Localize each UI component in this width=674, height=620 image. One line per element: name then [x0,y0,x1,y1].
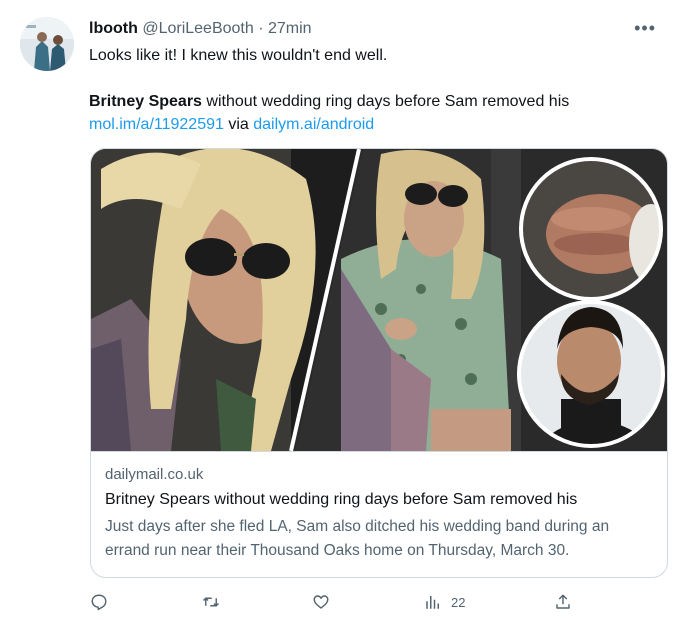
card-domain: dailymail.co.uk [105,466,204,483]
tweet-text-line: Looks like it! I knew this wouldn't end … [89,47,388,64]
article-link[interactable]: mol.im/a/11922591 [89,116,224,133]
tweet-headline: Britney Spears without wedding ring days… [89,91,569,113]
avatar-image [20,17,74,71]
via-text: via [223,116,254,133]
author-handle[interactable]: @LoriLeeBooth [142,20,253,37]
card-title: Britney Spears without wedding ring days… [105,491,578,508]
reply-button[interactable] [90,590,108,614]
headline-rest: without wedding ring days before Sam rem… [201,93,570,110]
app-link[interactable]: dailym.ai/android [253,116,374,133]
retweet-button[interactable] [202,590,220,614]
tweet-header: lbooth @LoriLeeBooth · 27min [89,18,312,40]
separator: · [258,20,264,37]
heart-icon [313,595,329,609]
views-count: 22 [451,594,466,610]
card-description: Just days after she fled LA, Sam also di… [105,518,610,559]
tweet-actions: 22 [90,590,666,614]
card-image[interactable] [91,149,667,451]
link-card[interactable]: dailymail.co.uk Britney Spears without w… [90,148,668,578]
share-icon [556,594,570,609]
like-button[interactable] [312,590,330,614]
avatar[interactable] [20,17,74,71]
more-dots-icon[interactable]: ••• [634,18,656,39]
tweet[interactable]: lbooth @LoriLeeBooth · 27min ••• Looks l… [0,0,674,620]
retweet-icon [202,597,220,607]
share-button[interactable] [554,590,572,614]
headline-bold: Britney Spears [89,93,202,110]
views-button[interactable]: 22 [424,590,465,614]
reply-icon [91,594,107,611]
views-bar-chart-icon [426,596,439,609]
timestamp[interactable]: 27min [268,20,312,37]
author-name[interactable]: lbooth [89,20,138,37]
tweet-links: mol.im/a/11922591 via dailym.ai/android [89,114,374,136]
card-info[interactable]: dailymail.co.uk Britney Spears without w… [91,451,667,577]
